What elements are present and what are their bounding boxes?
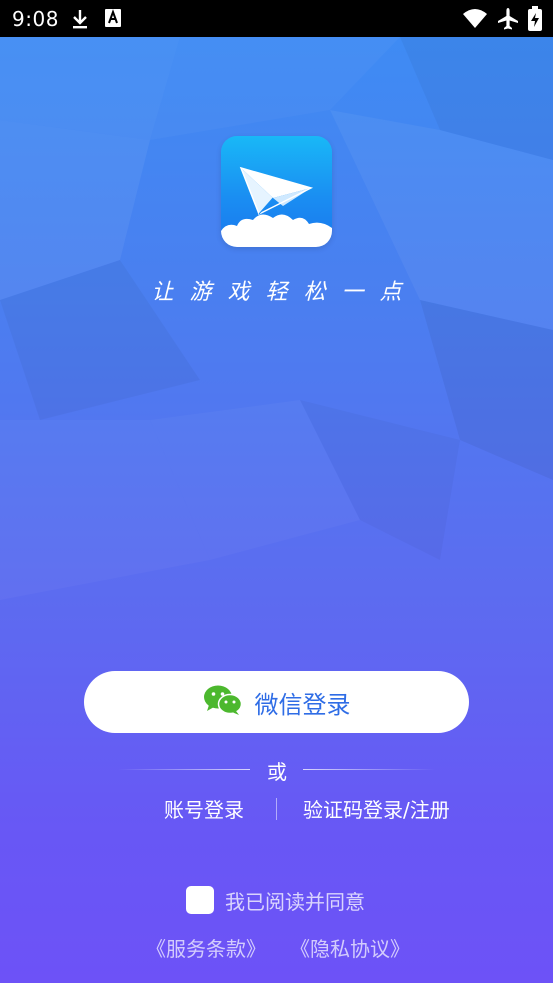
wechat-login-label: 微信登录 (254, 690, 351, 719)
slogan: 让游戏轻松一点 (151, 280, 418, 305)
privacy-policy-link[interactable]: 《隐私协议》 (290, 933, 410, 962)
app-logo (221, 136, 332, 247)
separator-line-right (303, 769, 435, 770)
status-time: 9:08 (12, 7, 59, 31)
wifi-icon (462, 8, 488, 34)
agreement-checkbox[interactable] (186, 886, 214, 914)
font-a-icon (104, 8, 122, 32)
separator-line-left (118, 769, 250, 770)
code-login-register-link[interactable]: 验证码登录/注册 (303, 794, 450, 823)
legal-links: 《服务条款》 《隐私协议》 (0, 933, 553, 961)
wechat-icon (203, 684, 243, 720)
wechat-login-button[interactable]: 微信登录 (84, 671, 469, 733)
paper-plane-cloud-icon (221, 166, 332, 247)
or-text: 或 (267, 760, 287, 784)
battery-icon (527, 6, 543, 36)
airplane-icon (497, 7, 519, 35)
alternative-login-options: 账号登录 验证码登录/注册 (0, 794, 553, 824)
account-login-link[interactable]: 账号登录 (164, 794, 244, 823)
agreement-row: 我已阅读并同意 (186, 885, 365, 915)
terms-of-service-link[interactable]: 《服务条款》 (146, 933, 266, 962)
status-bar: 9:08 (0, 0, 553, 37)
or-separator: 或 (0, 756, 553, 784)
agreement-text: 我已阅读并同意 (225, 889, 365, 914)
login-screen: 9:08 让游戏轻松一点 微信登录 或 账号登录 验证码登录/注册 我已阅读并同… (0, 0, 553, 983)
vertical-divider (276, 798, 277, 820)
download-icon (70, 8, 90, 34)
